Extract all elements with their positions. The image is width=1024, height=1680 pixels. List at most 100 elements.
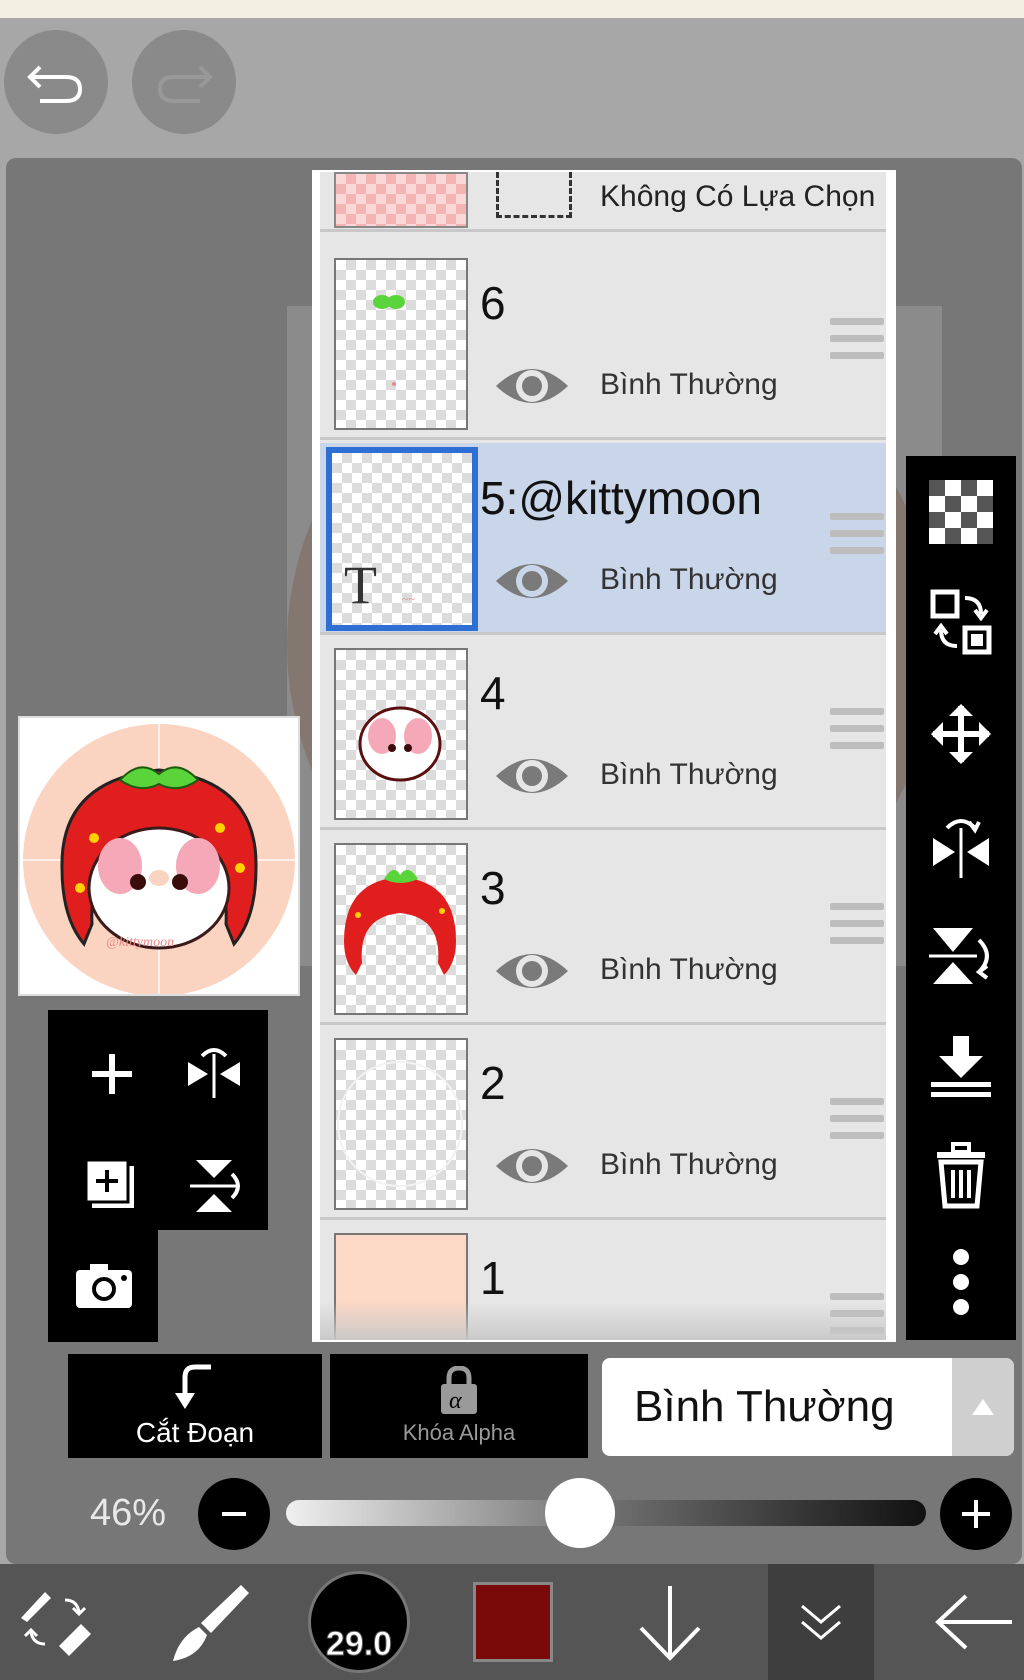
- opacity-slider-knob[interactable]: [545, 1478, 616, 1548]
- layer-name: 3: [480, 862, 506, 914]
- add-folder-button[interactable]: [72, 1146, 152, 1226]
- layer-name: 6: [480, 277, 506, 329]
- layer-row-2[interactable]: 2 Bình Thường: [320, 1028, 886, 1220]
- flip-layer-vertical-button[interactable]: [174, 1146, 254, 1226]
- bottom-toolbar: 29.0: [0, 1564, 1024, 1680]
- camera-icon: [76, 1264, 132, 1308]
- layer-row-5[interactable]: T ~~ 5:@kittymoon Bình Thường: [320, 443, 886, 635]
- eye-icon[interactable]: [492, 551, 572, 611]
- add-layer-button[interactable]: [72, 1034, 152, 1114]
- drag-handle-icon[interactable]: [830, 513, 884, 563]
- opacity-increase-button[interactable]: [940, 1478, 1012, 1550]
- layer-name: 5:@kittymoon: [480, 472, 762, 524]
- brush-eraser-swap-icon: [21, 1592, 91, 1656]
- undo-icon: [27, 65, 83, 103]
- transparency-button[interactable]: [906, 462, 1016, 562]
- blend-mode-value: Bình Thường: [634, 1382, 895, 1431]
- merge-down-icon: [931, 1036, 991, 1097]
- svg-text:α: α: [449, 1388, 462, 1414]
- selection-label: Không Có Lựa Chọn: [600, 180, 876, 213]
- flip-vertical-button[interactable]: [906, 906, 1016, 1006]
- flip-vertical-icon: [190, 1160, 240, 1212]
- drag-handle-icon[interactable]: [830, 318, 884, 368]
- drag-handle-icon[interactable]: [830, 903, 884, 953]
- trash-icon: [937, 1142, 985, 1209]
- brush-size-circle: 29.0: [308, 1571, 410, 1673]
- layer-action-panel-lower: [48, 1230, 158, 1342]
- add-folder-icon: [84, 1158, 134, 1208]
- clip-arrow-icon: [175, 1364, 211, 1409]
- eye-icon[interactable]: [492, 941, 572, 1001]
- svg-text:~~: ~~: [402, 592, 415, 606]
- minus-icon: [222, 1512, 246, 1516]
- layer-options-row: Cắt Đoạn α Khóa Alpha: [68, 1354, 588, 1458]
- selection-layer-row[interactable]: Không Có Lựa Chọn: [320, 172, 886, 232]
- opacity-value: 46%: [90, 1492, 167, 1534]
- eye-icon[interactable]: [492, 356, 572, 416]
- navigator-preview[interactable]: @kittymoon: [18, 716, 300, 996]
- alpha-lock-button[interactable]: α Khóa Alpha: [330, 1354, 588, 1458]
- move-button[interactable]: [906, 684, 1016, 784]
- selection-icon: [496, 172, 572, 218]
- arrow-down-icon: [639, 1586, 701, 1661]
- swap-layers-icon: [930, 589, 992, 655]
- blend-mode-dropdown[interactable]: Bình Thường: [602, 1358, 1014, 1456]
- more-options-button[interactable]: [906, 1232, 1016, 1332]
- layer-name: 2: [480, 1057, 506, 1109]
- brush-tool-button[interactable]: [160, 1564, 260, 1680]
- tool-switch-button[interactable]: [0, 1564, 110, 1680]
- status-strip: [0, 0, 1024, 20]
- dropdown-arrow[interactable]: [952, 1358, 1014, 1456]
- layer-tools-sidebar: [906, 456, 1016, 1340]
- svg-text:T: T: [344, 555, 377, 615]
- layers-panel: Không Có Lựa Chọn 6 Bình Thường T ~~ 5:@…: [312, 170, 896, 1342]
- blend-mode-label: Bình Thường: [600, 953, 778, 986]
- layers-toggle-button[interactable]: [768, 1564, 874, 1680]
- drag-handle-icon[interactable]: [830, 708, 884, 758]
- blend-mode-label: Bình Thường: [600, 1148, 778, 1181]
- layer-name: 1: [480, 1252, 506, 1304]
- flip-layer-horizontal-button[interactable]: [174, 1034, 254, 1114]
- swap-layers-button[interactable]: [906, 572, 1016, 672]
- plus-icon: [962, 1500, 990, 1528]
- color-swatch: [473, 1582, 553, 1662]
- layer-thumbnail: [334, 648, 468, 820]
- flip-horizontal-button[interactable]: [906, 796, 1016, 896]
- brush-size-button[interactable]: 29.0: [304, 1564, 414, 1680]
- artwork-preview-image: @kittymoon: [23, 724, 295, 994]
- eye-icon[interactable]: [492, 746, 572, 806]
- layer-row-3[interactable]: 3 Bình Thường: [320, 833, 886, 1025]
- blend-mode-label: Bình Thường: [600, 563, 778, 596]
- double-chevron-down-icon: [801, 1604, 841, 1640]
- layer-row-4[interactable]: 4 Bình Thường: [320, 638, 886, 830]
- selection-thumbnail: [334, 172, 468, 228]
- color-picker-button[interactable]: [468, 1564, 558, 1680]
- redo-icon: [157, 65, 213, 103]
- redo-button[interactable]: [132, 30, 236, 134]
- undo-button[interactable]: [4, 30, 108, 134]
- layer-thumbnail: [334, 1038, 468, 1210]
- scroll-fade: [320, 1302, 886, 1340]
- alpha-lock-label: Khóa Alpha: [402, 1420, 516, 1445]
- arrow-left-icon: [935, 1594, 1012, 1650]
- camera-button[interactable]: [64, 1246, 144, 1326]
- merge-down-button[interactable]: [906, 1016, 1016, 1116]
- move-down-button[interactable]: [620, 1564, 720, 1680]
- triangle-up-icon: [972, 1399, 994, 1415]
- opacity-decrease-button[interactable]: [198, 1478, 270, 1550]
- layer-thumbnail: T ~~: [326, 447, 478, 631]
- clipping-label: Cắt Đoạn: [135, 1417, 255, 1448]
- layer-action-panel: [48, 1010, 268, 1230]
- layer-row-6[interactable]: 6 Bình Thường: [320, 248, 886, 440]
- flip-horizontal-icon: [933, 819, 989, 878]
- lock-icon: α: [441, 1366, 477, 1414]
- move-icon: [931, 704, 991, 764]
- clipping-button[interactable]: Cắt Đoạn: [68, 1354, 322, 1458]
- back-button[interactable]: [924, 1564, 1024, 1680]
- flip-horizontal-icon: [188, 1048, 240, 1098]
- eye-icon[interactable]: [492, 1136, 572, 1196]
- delete-layer-button[interactable]: [906, 1126, 1016, 1226]
- drag-handle-icon[interactable]: [830, 1098, 884, 1148]
- blend-mode-label: Bình Thường: [600, 758, 778, 791]
- blend-mode-label: Bình Thường: [600, 368, 778, 401]
